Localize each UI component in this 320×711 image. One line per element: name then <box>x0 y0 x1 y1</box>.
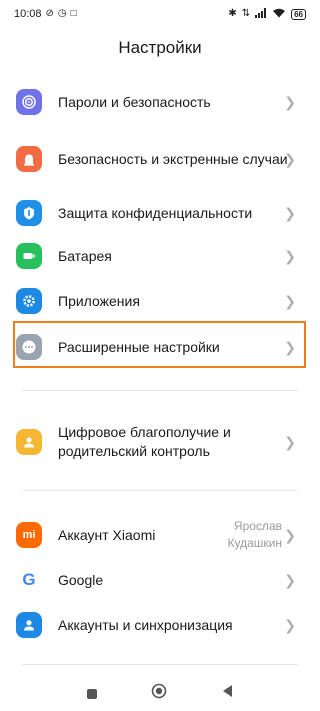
item-label: Безопасность и экстренные случаи <box>58 151 288 167</box>
google-logo-text: G <box>22 570 36 589</box>
more-icon <box>16 334 42 360</box>
item-label: Расширенные настройки <box>58 339 220 355</box>
google-icon: G <box>16 567 42 593</box>
fingerprint-icon <box>16 89 42 115</box>
chevron-right-icon: ❯ <box>284 292 296 309</box>
item-apps[interactable]: Приложения ❯ <box>16 288 306 314</box>
home-button[interactable] <box>151 683 167 704</box>
chevron-right-icon: ❯ <box>284 93 296 110</box>
chevron-right-icon: ❯ <box>284 247 296 264</box>
battery-indicator: 66 <box>291 8 306 20</box>
chevron-right-icon: ❯ <box>284 571 296 588</box>
item-label: Аккаунты и синхронизация <box>58 617 233 633</box>
page-title: Настройки <box>118 38 202 57</box>
account-name: Ярослав Кудашкин <box>227 519 282 550</box>
battery-icon <box>16 243 42 269</box>
section-divider <box>22 664 298 665</box>
item-digital-wellbeing[interactable]: Цифровое благополучие и родительский кон… <box>16 424 306 460</box>
privacy-icon <box>16 200 42 226</box>
gear-icon <box>16 288 42 314</box>
chevron-right-icon: ❯ <box>284 338 296 355</box>
vibrate-icon: ⇅ <box>241 8 251 19</box>
mute-icon: ⊘ <box>45 8 54 19</box>
chevron-right-icon: ❯ <box>284 150 296 167</box>
item-label: Пароли и безопасность <box>58 94 211 110</box>
alarm-icon: ◷ <box>57 8 67 19</box>
section-divider <box>22 390 298 391</box>
item-label: Батарея <box>58 248 112 264</box>
section-divider <box>22 490 298 491</box>
navigation-bar <box>0 676 320 711</box>
nfc-icon: □ <box>70 8 77 19</box>
bluetooth-icon: ✱ <box>228 8 237 19</box>
xiaomi-logo-text: mi <box>22 529 36 541</box>
item-label: Цифровое благополучие и родительский кон… <box>58 424 231 459</box>
chevron-right-icon: ❯ <box>284 204 296 221</box>
chevron-right-icon: ❯ <box>284 433 296 450</box>
wifi-icon <box>272 8 286 21</box>
item-label: Google <box>58 572 104 588</box>
item-passwords-security[interactable]: Пароли и безопасность ❯ <box>16 89 306 115</box>
signal-icon <box>255 7 267 21</box>
xiaomi-icon: mi <box>16 522 42 548</box>
accounts-icon <box>16 612 42 638</box>
chevron-right-icon: ❯ <box>284 526 296 543</box>
item-google[interactable]: G Google ❯ <box>16 567 306 593</box>
status-bar: 10:08 ⊘ ◷ □ ✱ ⇅ 66 <box>0 0 320 28</box>
item-battery[interactable]: Батарея ❯ <box>16 243 306 269</box>
item-advanced-settings[interactable]: Расширенные настройки ❯ <box>16 334 306 360</box>
item-privacy[interactable]: Защита конфиденциальности ❯ <box>16 200 306 226</box>
back-button[interactable] <box>221 684 233 703</box>
item-emergency[interactable]: Безопасность и экстренные случаи ❯ <box>16 141 306 177</box>
item-label: Приложения <box>58 293 140 309</box>
clock: 10:08 <box>14 8 42 20</box>
wellbeing-icon <box>16 429 42 455</box>
item-xiaomi-account[interactable]: mi Аккаунт Xiaomi Ярослав Кудашкин ❯ <box>16 519 306 550</box>
chevron-right-icon: ❯ <box>284 616 296 633</box>
item-accounts-sync[interactable]: Аккаунты и синхронизация ❯ <box>16 612 306 638</box>
emergency-icon <box>16 146 42 172</box>
recents-button[interactable] <box>87 688 97 699</box>
item-label: Защита конфиденциальности <box>58 205 253 221</box>
